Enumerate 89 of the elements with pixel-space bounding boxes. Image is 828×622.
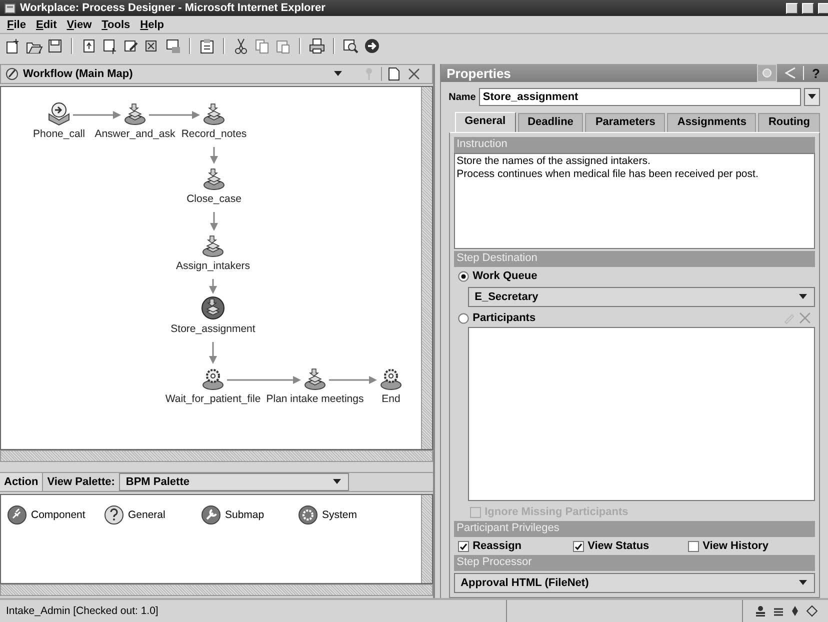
checkbox[interactable]	[688, 540, 699, 552]
menu-item[interactable]: File	[2, 18, 31, 30]
radio-button[interactable]	[458, 270, 469, 282]
palette-dropdown[interactable]: BPM Palette	[118, 472, 349, 491]
menu-item[interactable]: View	[62, 18, 97, 30]
view-palette-label: View Palette:	[46, 476, 116, 488]
help-icon[interactable]	[104, 504, 124, 525]
checkbox[interactable]	[572, 540, 584, 552]
close-icon[interactable]	[408, 68, 420, 80]
app-icon	[4, 2, 16, 14]
checkbox-label: View Status	[588, 540, 650, 552]
plug-icon[interactable]	[7, 504, 27, 525]
step-processor-dropdown[interactable]: Approval HTML (FileNet)	[454, 573, 815, 593]
help-button[interactable]: ?	[810, 66, 822, 80]
connector-arrow	[210, 146, 218, 164]
node-label: Store_assignment	[170, 322, 256, 335]
section-header: Participant Privileges	[454, 521, 815, 537]
dropdown-arrow-icon	[798, 293, 808, 301]
node-label: Wait_for_patient_file	[165, 392, 261, 405]
connector-arrow	[209, 342, 217, 364]
node-label: Record_notes	[181, 128, 247, 140]
connector-arrow	[210, 212, 218, 231]
menu-item[interactable]: Tools	[96, 18, 136, 30]
diamond-icon[interactable]	[806, 605, 818, 617]
connector-arrow	[209, 278, 217, 294]
scissors-icon[interactable]	[232, 37, 250, 55]
zoom-icon[interactable]	[342, 37, 360, 55]
new-page-icon[interactable]	[388, 66, 400, 81]
person-icon[interactable]	[755, 605, 766, 617]
status-text: Intake_Admin [Checked out: 1.0]	[0, 600, 507, 622]
tab[interactable]: Parameters	[585, 113, 666, 132]
checkbox-label: Reassign	[472, 540, 522, 552]
action-tab[interactable]: Action	[0, 472, 44, 491]
document-plus-icon[interactable]	[101, 37, 119, 55]
tab[interactable]: Routing	[758, 113, 820, 132]
dropdown-arrow-icon	[808, 94, 816, 100]
tab[interactable]: Deadline	[518, 113, 584, 132]
circle-icon	[762, 68, 772, 78]
clipboard-icon[interactable]	[198, 37, 216, 55]
node-label: Phone_call	[33, 128, 85, 140]
checkbox-label: View History	[702, 540, 768, 552]
horizontal-scrollbar[interactable]	[0, 450, 433, 462]
vertical-scrollbar[interactable]	[420, 494, 432, 584]
section-header: Instruction	[454, 137, 815, 153]
radio-button[interactable]	[458, 312, 469, 324]
palette-item[interactable]: General	[128, 508, 166, 521]
map-title: Workflow (Main Map)	[23, 68, 133, 80]
dropdown-button[interactable]	[804, 88, 820, 106]
connector-arrow	[73, 110, 121, 119]
palette-item[interactable]: Submap	[225, 508, 264, 521]
node-label: End	[382, 392, 400, 405]
tab[interactable]: Assignments	[667, 113, 756, 132]
node-label: Answer_and_ask	[94, 128, 176, 140]
close-button[interactable]	[818, 2, 828, 14]
palette-item[interactable]: Component	[31, 508, 86, 521]
minimize-button[interactable]	[786, 2, 798, 14]
printer-icon[interactable]	[308, 37, 326, 55]
dropdown-arrow-icon	[798, 579, 808, 587]
name-label: Name	[448, 92, 476, 102]
section-header: Step Destination	[454, 251, 815, 267]
collapse-icon[interactable]	[783, 66, 798, 80]
save-icon[interactable]	[46, 37, 64, 55]
gear-icon[interactable]	[298, 504, 318, 525]
connector-arrow	[149, 110, 200, 119]
instruction-field[interactable]: Store the names of the assigned intakers. Process continues when medical file has been received per post.	[454, 153, 815, 249]
menu-item[interactable]: Edit	[30, 18, 62, 30]
vertical-scrollbar[interactable]	[420, 86, 432, 449]
diamond-fill-icon[interactable]	[791, 605, 799, 617]
horizontal-scrollbar[interactable]	[0, 584, 433, 596]
name-field[interactable]: Store_assignment	[478, 88, 801, 106]
dropdown-arrow-icon[interactable]	[332, 70, 343, 78]
window-title: Workplace: Process Designer - Microsoft Internet Explorer	[20, 2, 326, 14]
radio-label[interactable]: Work Queue	[472, 270, 538, 282]
node-label: Close_case	[186, 192, 242, 205]
node-label: Plan intake meetings	[266, 392, 364, 405]
tab[interactable]: General	[454, 112, 516, 133]
palette-item[interactable]: System	[322, 508, 358, 521]
section-header: Step Processor	[454, 555, 815, 571]
dropdown-arrow-icon	[332, 478, 342, 486]
menu-item[interactable]: Help	[135, 18, 170, 30]
toggle-button[interactable]	[757, 64, 778, 82]
connector-arrow	[329, 376, 377, 384]
wrench-icon[interactable]	[201, 504, 221, 525]
panel-title: Properties	[446, 66, 512, 80]
node-label: Assign_intakers	[176, 260, 250, 272]
checkbox[interactable]	[458, 540, 469, 552]
maximize-button[interactable]	[802, 2, 814, 14]
work-queue-dropdown[interactable]: E_Secretary	[468, 287, 815, 307]
radio-label[interactable]: Participants	[472, 312, 536, 324]
